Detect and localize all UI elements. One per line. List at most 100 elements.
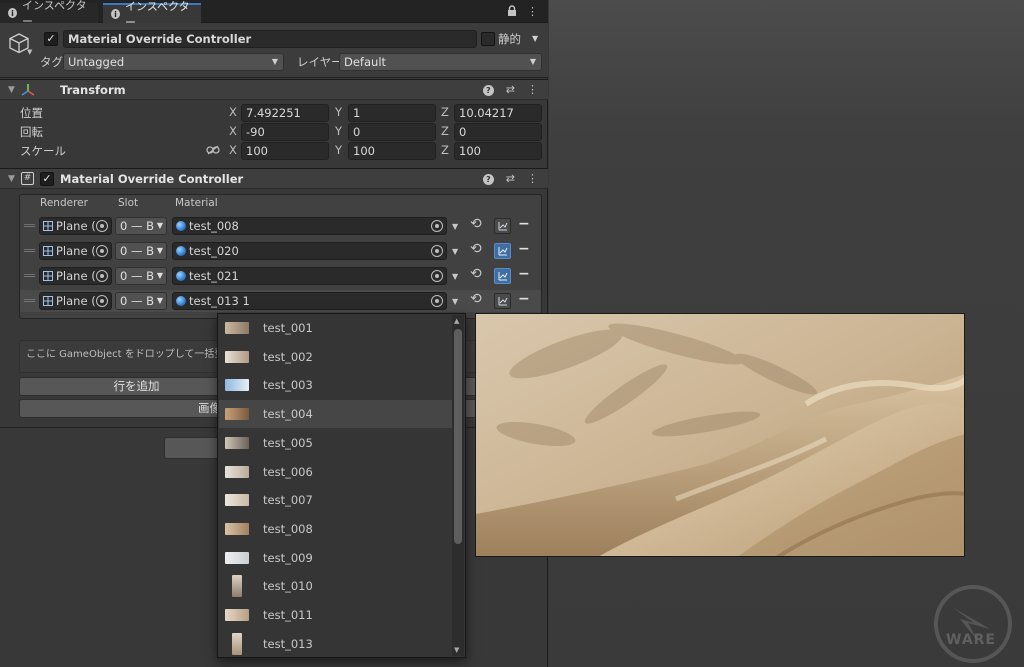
kebab-menu-icon[interactable]: ⋮ <box>527 172 538 185</box>
presets-icon[interactable]: ⇄ <box>506 172 515 185</box>
renderer-field[interactable]: Plane ( <box>39 292 112 310</box>
drag-handle-icon[interactable]: ══ <box>24 271 35 282</box>
slot-dropdown[interactable]: 0 — B ▼ <box>115 242 167 260</box>
refresh-icon[interactable]: ⟲ <box>470 266 482 282</box>
remove-row-button[interactable]: − <box>518 266 530 282</box>
apply-toggle-button[interactable] <box>494 243 511 259</box>
scroll-down-arrow-icon[interactable]: ▼ <box>454 646 459 654</box>
icon-dropdown-caret-icon[interactable]: ▼ <box>27 48 32 56</box>
rotation-z-field[interactable]: 0 <box>454 123 542 141</box>
mesh-renderer-icon <box>43 271 53 281</box>
controller-header[interactable]: ▼ # ✓ Material Override Controller ? ⇄ ⋮ <box>0 168 548 189</box>
component-enabled-checkbox[interactable]: ✓ <box>40 172 54 186</box>
presets-icon[interactable]: ⇄ <box>506 83 515 96</box>
foldout-arrow-icon[interactable]: ▼ <box>8 174 15 184</box>
drag-handle-icon[interactable]: ══ <box>24 296 35 307</box>
constrain-proportions-icon[interactable] <box>206 145 220 155</box>
drag-handle-icon[interactable]: ══ <box>24 246 35 257</box>
slot-dropdown[interactable]: 0 — B ▼ <box>115 267 167 285</box>
kebab-menu-icon[interactable]: ⋮ <box>527 5 538 19</box>
renderer-field[interactable]: Plane ( <box>39 217 112 235</box>
active-checkbox[interactable]: ✓ <box>44 32 58 46</box>
axis-z-label: Z <box>441 105 449 119</box>
position-z-field[interactable]: 10.04217 <box>454 104 542 122</box>
popup-item-test-007[interactable]: test_007 <box>219 486 454 514</box>
chevron-down-icon: ▼ <box>529 57 536 66</box>
object-picker-icon[interactable] <box>96 295 108 307</box>
object-picker-icon[interactable] <box>431 245 443 257</box>
object-picker-icon[interactable] <box>96 270 108 282</box>
kebab-menu-icon[interactable]: ⋮ <box>527 83 538 96</box>
popup-item-test-010[interactable]: test_010 <box>219 572 454 600</box>
drag-handle-icon[interactable]: ══ <box>24 221 35 232</box>
rotation-x-field[interactable]: -90 <box>241 123 329 141</box>
popup-item-test-006[interactable]: test_006 <box>219 458 454 486</box>
material-field[interactable]: test_020 <box>172 242 447 260</box>
lock-icon[interactable] <box>507 5 517 19</box>
apply-toggle-button[interactable] <box>494 268 511 284</box>
layer-dropdown[interactable]: Default ▼ <box>339 53 542 71</box>
popup-item-test-003[interactable]: test_003 <box>219 371 454 399</box>
popup-item-test-013[interactable]: test_013 <box>219 630 454 658</box>
popup-item-test-005[interactable]: test_005 <box>219 429 454 457</box>
static-dropdown-caret-icon[interactable]: ▼ <box>532 34 538 43</box>
object-picker-icon[interactable] <box>96 220 108 232</box>
position-x-field[interactable]: 7.492251 <box>241 104 329 122</box>
chevron-down-icon: ▼ <box>156 296 163 305</box>
position-y-field[interactable]: 1 <box>348 104 436 122</box>
material-dropdown-caret-icon[interactable]: ▼ <box>452 297 458 306</box>
rotation-label: 回転 <box>20 125 43 139</box>
renderer-field[interactable]: Plane ( <box>39 267 112 285</box>
transform-header[interactable]: ▼ Transform ? ⇄ ⋮ <box>0 79 548 100</box>
static-checkbox[interactable] <box>481 32 495 46</box>
scale-z-field[interactable]: 100 <box>454 142 542 160</box>
apply-toggle-button[interactable] <box>494 293 511 309</box>
scroll-thumb[interactable] <box>454 329 462 544</box>
object-picker-icon[interactable] <box>431 295 443 307</box>
remove-row-button[interactable]: − <box>518 216 530 232</box>
popup-item-test-008[interactable]: test_008 <box>219 515 454 543</box>
gameobject-name-field[interactable]: Material Override Controller <box>63 30 477 48</box>
controller-title: Material Override Controller <box>60 172 244 186</box>
popup-item-test-009[interactable]: test_009 <box>219 544 454 572</box>
material-dropdown-caret-icon[interactable]: ▼ <box>452 247 458 256</box>
object-picker-icon[interactable] <box>431 220 443 232</box>
axis-z-label: Z <box>441 124 449 138</box>
popup-item-test-004[interactable]: test_004 <box>219 400 454 429</box>
watermark-logo <box>934 585 1012 663</box>
tag-dropdown[interactable]: Untagged ▼ <box>63 53 284 71</box>
object-picker-icon[interactable] <box>431 270 443 282</box>
axis-x-label: X <box>229 124 237 138</box>
material-field[interactable]: test_008 <box>172 217 447 235</box>
renderer-field[interactable]: Plane ( <box>39 242 112 260</box>
refresh-icon[interactable]: ⟲ <box>470 291 482 307</box>
material-field[interactable]: test_021 <box>172 267 447 285</box>
material-field[interactable]: test_013 1 <box>172 292 447 310</box>
scale-y-field[interactable]: 100 <box>348 142 436 160</box>
popup-item-test-002[interactable]: test_002 <box>219 343 454 371</box>
remove-row-button[interactable]: − <box>518 241 530 257</box>
slot-dropdown[interactable]: 0 — B ▼ <box>115 217 167 235</box>
material-thumbnail <box>225 436 249 449</box>
object-picker-icon[interactable] <box>96 245 108 257</box>
material-dropdown-caret-icon[interactable]: ▼ <box>452 222 458 231</box>
scale-x-field[interactable]: 100 <box>241 142 329 160</box>
popup-item-test-011[interactable]: test_011 <box>219 601 454 629</box>
tab-inspector-2[interactable]: i インスペクター <box>103 0 201 29</box>
refresh-icon[interactable]: ⟲ <box>470 216 482 232</box>
help-icon[interactable]: ? <box>482 85 494 96</box>
foldout-arrow-icon[interactable]: ▼ <box>8 85 15 95</box>
apply-toggle-button[interactable] <box>494 218 511 234</box>
scroll-up-arrow-icon[interactable]: ▲ <box>454 317 459 325</box>
popup-scrollbar[interactable]: ▲ ▼ <box>452 315 464 656</box>
refresh-icon[interactable]: ⟲ <box>470 241 482 257</box>
rotation-y-field[interactable]: 0 <box>348 123 436 141</box>
remove-row-button[interactable]: − <box>518 291 530 307</box>
slot-dropdown[interactable]: 0 — B ▼ <box>115 292 167 310</box>
popup-item-test-001[interactable]: test_001 <box>219 314 454 342</box>
layer-value: Default <box>344 55 387 69</box>
tab-inspector-1[interactable]: i インスペクター <box>0 0 98 28</box>
watermark-text: WARE <box>946 632 996 648</box>
material-dropdown-caret-icon[interactable]: ▼ <box>452 272 458 281</box>
help-icon[interactable]: ? <box>482 174 494 185</box>
